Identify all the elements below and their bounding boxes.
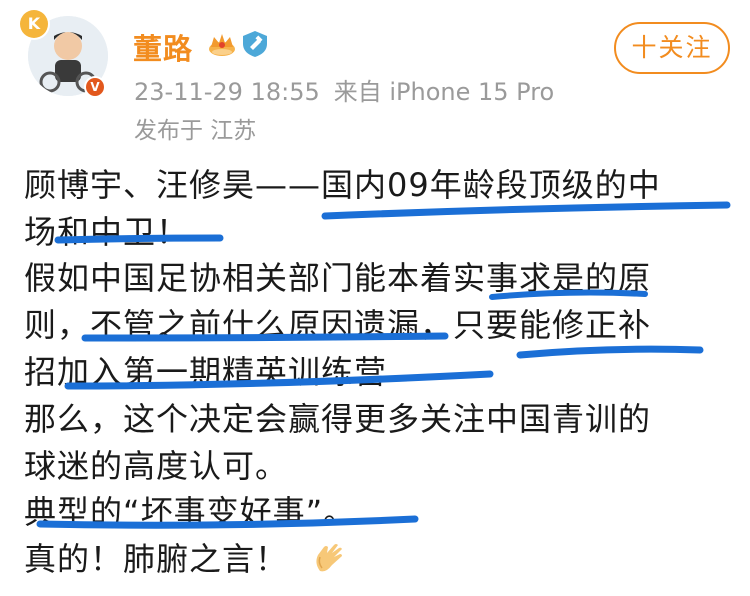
post-line-1: 顾博宇、汪修昊——国内09年龄段顶级的中 <box>24 166 661 204</box>
clap-emoji-icon <box>316 544 342 572</box>
post-line-7: 球迷的高度认可。 <box>24 447 289 485</box>
follow-button[interactable]: 十关注 <box>614 22 730 74</box>
post-line-2: 场和中卫！ <box>24 213 190 251</box>
post-location: 发布于 江苏 <box>134 118 257 144</box>
post-line-4: 则，不管之前什么原因遗漏，只要能修正补 <box>24 306 652 344</box>
post-line-6: 那么，这个决定会赢得更多关注中国青训的 <box>24 400 652 438</box>
post-line-5: 招加入第一期精英训练营 <box>24 353 388 391</box>
highlight-stroke-1 <box>321 201 731 220</box>
username[interactable]: 董路 <box>133 26 193 68</box>
vip-badge-icon: K <box>20 10 48 38</box>
post-meta: 23-11-29 18:55 来自 iPhone 15 Pro <box>134 72 554 107</box>
verified-badge-icon: V <box>84 76 106 98</box>
post-source: 来自 iPhone 15 Pro <box>333 78 555 106</box>
post-line-9: 真的！肺腑之言！ <box>24 540 289 578</box>
post-line-3: 假如中国足协相关部门能本着实事求是的原 <box>24 259 652 297</box>
post-timestamp: 23-11-29 18:55 <box>134 78 320 106</box>
highlight-stroke-5 <box>516 345 704 359</box>
post-line-8: 典型的“坏事变好事”。 <box>24 493 357 531</box>
crown-icon <box>209 34 235 56</box>
gov-badge-icon <box>243 31 267 57</box>
